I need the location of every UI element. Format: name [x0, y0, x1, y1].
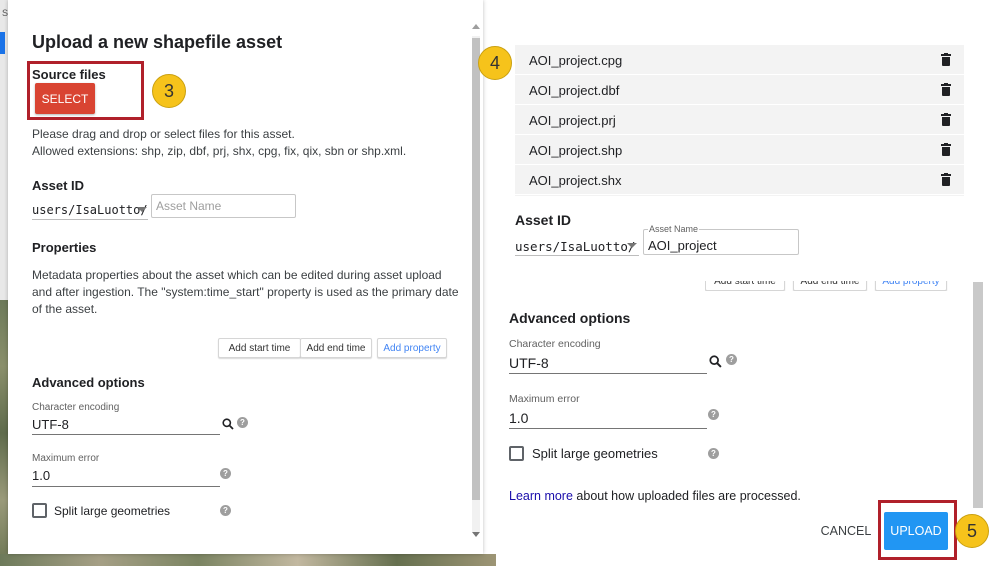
scrollbar-thumb[interactable] — [472, 38, 480, 500]
maximum-error-input[interactable]: 1.0 — [32, 468, 50, 483]
asset-name-value: AOI_project — [648, 237, 717, 253]
learn-more-link[interactable]: Learn more — [509, 489, 573, 503]
search-icon[interactable] — [709, 355, 722, 368]
asset-id-label: Asset ID — [515, 212, 572, 228]
dialog-title: Upload a new shapefile asset — [32, 32, 283, 52]
uploaded-file-list: AOI_project.cpg AOI_project.dbf AOI_proj… — [515, 45, 964, 196]
help-icon[interactable]: ? — [708, 409, 719, 420]
trash-icon[interactable] — [941, 173, 951, 186]
character-encoding-input[interactable]: UTF-8 — [509, 355, 549, 371]
scroll-down-arrow-icon[interactable] — [472, 532, 480, 537]
file-name: AOI_project.shp — [529, 143, 623, 158]
property-buttons-partial: Add start time Add end time Add property — [705, 281, 950, 291]
maximum-error-label: Maximum error — [509, 393, 580, 405]
list-item: AOI_project.dbf — [515, 75, 964, 105]
asset-name-float-label: Asset Name — [648, 224, 700, 234]
list-item: AOI_project.cpg — [515, 45, 964, 75]
map-background-edge: S — [0, 0, 8, 566]
scroll-up-arrow-icon[interactable] — [472, 24, 480, 29]
trash-icon[interactable] — [941, 53, 951, 66]
character-encoding-label: Character encoding — [509, 338, 601, 350]
highlight-source-files — [27, 61, 144, 120]
right-scrollbar-thumb[interactable] — [973, 282, 983, 508]
character-encoding-underline — [509, 373, 707, 374]
character-encoding-label: Character encoding — [32, 402, 120, 413]
asset-id-prefix-select[interactable]: users/IsaLuotto/ — [515, 239, 635, 254]
list-item: AOI_project.shp — [515, 135, 964, 165]
help-icon[interactable]: ? — [220, 505, 231, 516]
chevron-down-icon[interactable] — [627, 243, 637, 248]
drag-drop-text: Please drag and drop or select files for… — [32, 127, 295, 141]
advanced-options-label: Advanced options — [509, 310, 631, 326]
help-icon[interactable]: ? — [708, 448, 719, 459]
properties-text-line-2: and after ingestion. The "system:time_st… — [32, 285, 459, 299]
asset-id-prefix-underline — [515, 255, 639, 256]
split-geometries-checkbox[interactable] — [509, 446, 524, 461]
help-icon[interactable]: ? — [220, 468, 231, 479]
split-geometries-label: Split large geometries — [54, 504, 171, 518]
split-geometries-label: Split large geometries — [532, 446, 658, 461]
add-end-time-button[interactable]: Add end time — [300, 338, 372, 358]
file-name: AOI_project.dbf — [529, 83, 620, 98]
maximum-error-underline — [509, 428, 707, 429]
maximum-error-underline — [32, 486, 220, 487]
learn-more-rest: about how uploaded files are processed. — [572, 489, 801, 503]
help-icon[interactable]: ? — [726, 354, 737, 365]
add-property-button[interactable]: Add property — [377, 338, 447, 358]
split-geometries-checkbox[interactable] — [32, 503, 47, 518]
dialog-scrollbar[interactable] — [470, 22, 482, 542]
step-badge-4: 4 — [478, 46, 512, 80]
character-encoding-input[interactable]: UTF-8 — [32, 417, 69, 432]
maximum-error-label: Maximum error — [32, 453, 100, 464]
cancel-button[interactable]: CANCEL — [815, 521, 877, 541]
advanced-options-label: Advanced options — [32, 375, 145, 390]
add-start-time-button[interactable]: Add start time — [705, 281, 785, 291]
search-icon[interactable] — [222, 418, 234, 430]
file-name: AOI_project.prj — [529, 113, 616, 128]
list-item: AOI_project.prj — [515, 105, 964, 135]
chevron-down-icon[interactable] — [137, 207, 147, 212]
background-accent — [0, 32, 5, 54]
screenshot-root: S Upload a new shapefile asset Source fi… — [0, 0, 998, 566]
trash-icon[interactable] — [941, 83, 951, 96]
add-start-time-button[interactable]: Add start time — [218, 338, 301, 358]
add-end-time-button[interactable]: Add end time — [793, 281, 867, 291]
asset-id-prefix-underline — [32, 219, 148, 220]
learn-more-text: Learn more about how uploaded files are … — [509, 489, 801, 503]
list-item: AOI_project.shx — [515, 165, 964, 195]
character-encoding-underline — [32, 434, 220, 435]
allowed-extensions-text: Allowed extensions: shp, zip, dbf, prj, … — [32, 144, 407, 158]
properties-text-line-1: Metadata properties about the asset whic… — [32, 268, 442, 282]
map-imagery-bottom — [0, 554, 496, 566]
add-property-button[interactable]: Add property — [875, 281, 947, 291]
step-badge-5: 5 — [955, 514, 989, 548]
trash-icon[interactable] — [941, 143, 951, 156]
asset-id-label: Asset ID — [32, 178, 85, 193]
highlight-upload — [878, 500, 957, 560]
help-icon[interactable]: ? — [237, 417, 248, 428]
asset-name-input[interactable]: Asset Name — [151, 194, 296, 218]
file-name: AOI_project.shx — [529, 173, 622, 188]
maximum-error-input[interactable]: 1.0 — [509, 410, 528, 426]
trash-icon[interactable] — [941, 113, 951, 126]
file-name: AOI_project.cpg — [529, 53, 623, 68]
map-imagery — [0, 300, 8, 566]
properties-text-line-3: of the asset. — [32, 302, 98, 316]
properties-label: Properties — [32, 240, 97, 255]
step-badge-3: 3 — [152, 74, 186, 108]
asset-id-prefix-select[interactable]: users/IsaLuotto/ — [32, 203, 148, 217]
